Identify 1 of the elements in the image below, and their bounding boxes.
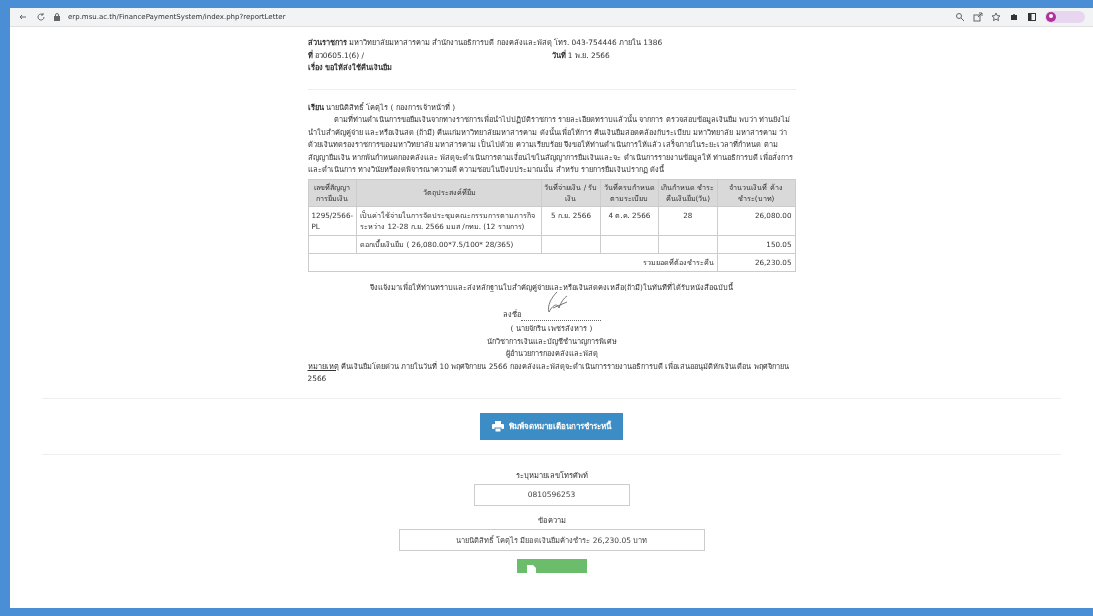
print-letter-button[interactable]: พิมพ์จดหมายเตือนการชำระหนี้ — [480, 412, 623, 440]
